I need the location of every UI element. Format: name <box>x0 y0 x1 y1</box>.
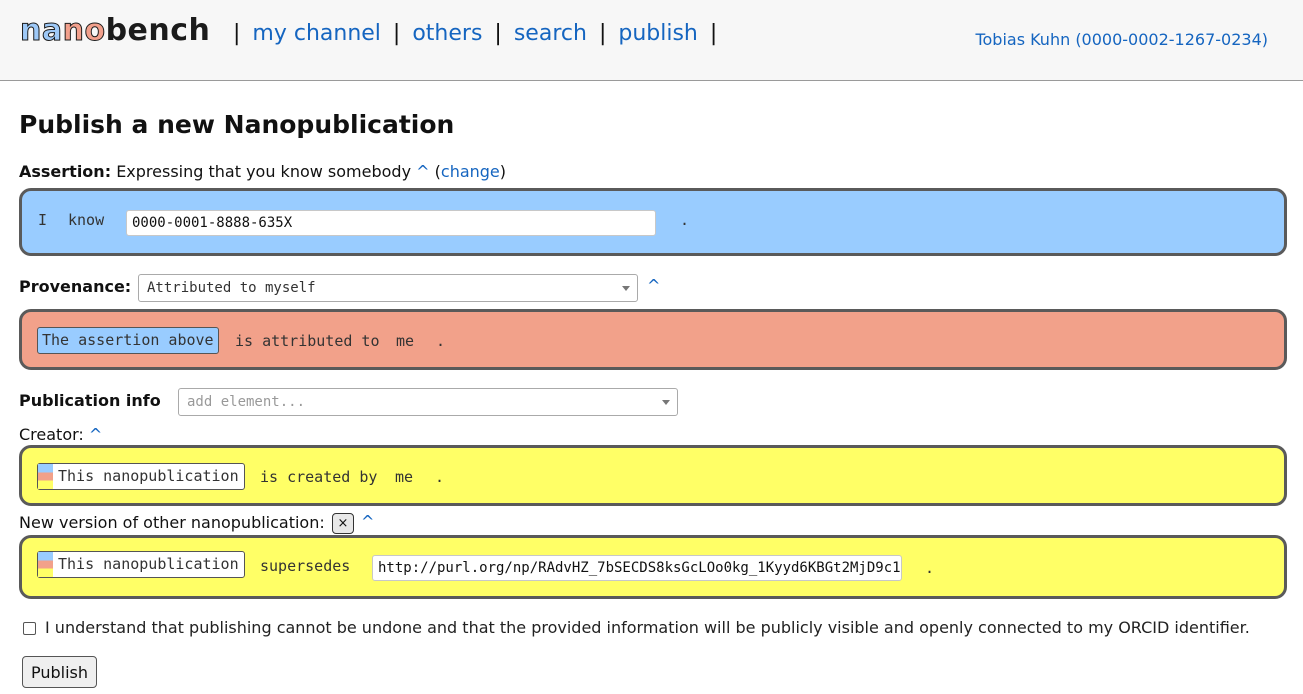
assertion-end-dot: . <box>680 211 690 229</box>
top-bar: nanobench | my channel | others | search… <box>0 0 1303 81</box>
nav-separator: | <box>709 21 718 46</box>
logo-part-bench: bench <box>105 13 211 48</box>
creator-box: This nanopublication is created by me . <box>19 445 1287 506</box>
page-title: Publish a new Nanopublication <box>19 110 455 139</box>
main-nav: | my channel | others | search | publish… <box>228 21 722 46</box>
creator-header: Creator: ^ <box>19 425 102 444</box>
provenance-select-value: Attributed to myself <box>147 280 316 296</box>
logo-part-na: na <box>20 13 63 49</box>
add-element-select[interactable]: add element... <box>178 388 678 416</box>
provenance-label: Provenance: <box>19 277 132 296</box>
pubinfo-label: Publication info <box>19 391 161 410</box>
provenance-end-dot: . <box>436 332 446 350</box>
assertion-box: I know 0000-0001-8888-635X . <box>19 188 1287 256</box>
assertion-label: Assertion: <box>19 162 112 181</box>
new-version-caret-icon[interactable]: ^ <box>361 512 374 531</box>
nanopub-color-swatch-icon <box>38 464 53 489</box>
new-version-box: This nanopublication supersedes http://p… <box>19 535 1287 599</box>
creator-end-dot: . <box>435 468 445 486</box>
nav-others[interactable]: others <box>412 21 482 46</box>
consent-checkbox[interactable] <box>23 622 36 635</box>
remove-new-version-button[interactable]: × <box>332 513 354 534</box>
nav-separator: | <box>233 21 241 46</box>
new-version-end-dot: . <box>925 559 935 577</box>
assertion-predicate: know <box>68 211 105 229</box>
nav-publish[interactable]: publish <box>618 21 698 46</box>
assertion-caret-icon[interactable]: ^ <box>416 162 429 181</box>
assertion-subject: I <box>38 211 48 229</box>
nanopub-color-swatch-icon <box>38 552 53 577</box>
new-version-header: New version of other nanopublication: <box>19 513 325 532</box>
nav-separator: | <box>494 21 502 46</box>
provenance-template-select[interactable]: Attributed to myself <box>138 274 638 302</box>
nav-separator: | <box>392 21 401 46</box>
provenance-predicate: is attributed to <box>235 332 380 350</box>
consent-text: I understand that publishing cannot be u… <box>45 618 1250 637</box>
change-template-link[interactable]: change <box>441 162 500 181</box>
assertion-reference-chip: The assertion above <box>37 327 219 354</box>
dropdown-arrow-icon <box>662 400 670 405</box>
add-element-placeholder: add element... <box>187 394 306 410</box>
new-version-label: New version of other nanopublication: <box>19 513 325 532</box>
nanopub-reference-chip: This nanopublication <box>37 551 245 578</box>
provenance-box: The assertion above is attributed to me … <box>19 309 1287 370</box>
provenance-caret-icon[interactable]: ^ <box>647 276 660 295</box>
nav-search[interactable]: search <box>514 21 587 46</box>
logo-part-no: no <box>62 13 106 49</box>
dropdown-arrow-icon <box>622 286 630 291</box>
user-profile-link[interactable]: Tobias Kuhn (0000-0002-1267-0234) <box>975 30 1268 49</box>
new-version-predicate: supersedes <box>260 557 351 575</box>
nanopub-reference-chip: This nanopublication <box>37 463 245 490</box>
assertion-header: Assertion: Expressing that you know some… <box>19 162 507 181</box>
publish-button[interactable]: Publish <box>22 656 97 688</box>
pubinfo-header: Publication info <box>19 391 161 410</box>
nanobench-logo[interactable]: nanobench <box>20 13 211 49</box>
creator-predicate: is created by <box>260 468 378 486</box>
superseded-nanopub-input[interactable]: http://purl.org/np/RAdvHZ_7bSECDS8ksGcLO… <box>372 555 902 581</box>
creator-label: Creator: <box>19 425 84 444</box>
assertion-object-input[interactable]: 0000-0001-8888-635X <box>126 210 656 236</box>
creator-caret-icon[interactable]: ^ <box>89 425 102 444</box>
nav-my-channel[interactable]: my channel <box>252 21 381 46</box>
nav-separator: | <box>598 21 607 46</box>
provenance-object: me <box>396 332 415 350</box>
assertion-template-name: Expressing that you know somebody <box>116 162 412 181</box>
creator-object: me <box>395 468 414 486</box>
provenance-header: Provenance: <box>19 277 131 296</box>
